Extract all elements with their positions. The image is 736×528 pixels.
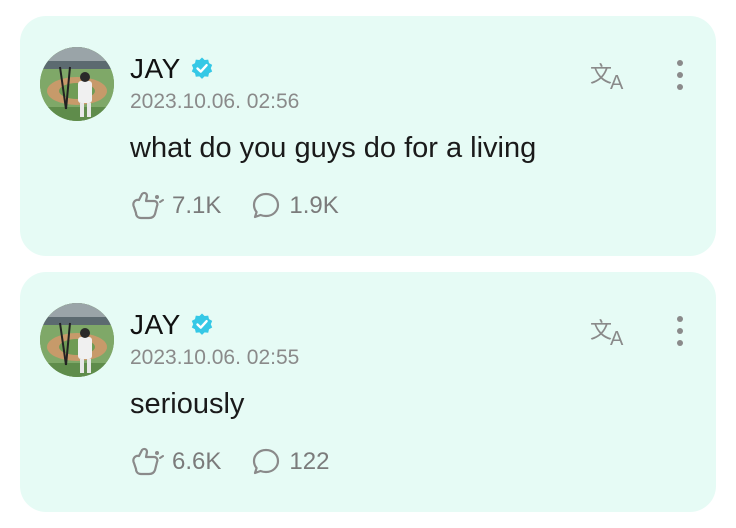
reaction-count: 7.1K bbox=[172, 192, 222, 219]
post-card[interactable]: JAY 2023.10.06. 02:56 what do you guys d… bbox=[20, 16, 716, 256]
reaction-count: 6.6K bbox=[172, 448, 222, 475]
reaction-icon bbox=[132, 191, 164, 220]
reaction-button[interactable]: 7.1K bbox=[130, 191, 221, 221]
comment-button[interactable]: 1.9K bbox=[251, 191, 339, 221]
comment-button[interactable]: 122 bbox=[251, 447, 329, 477]
svg-text:文: 文 bbox=[590, 319, 612, 344]
translate-icon[interactable]: 文 A bbox=[590, 58, 630, 92]
avatar[interactable] bbox=[40, 303, 114, 377]
post-text: seriously bbox=[130, 388, 245, 420]
post-stats: 6.6K 122 bbox=[130, 446, 359, 478]
svg-text:文: 文 bbox=[590, 63, 612, 88]
author-name[interactable]: JAY bbox=[130, 309, 181, 341]
svg-text:A: A bbox=[610, 328, 624, 348]
author-name[interactable]: JAY bbox=[130, 53, 181, 85]
comment-count: 122 bbox=[289, 448, 330, 475]
reaction-icon bbox=[132, 447, 164, 476]
verified-badge-icon bbox=[191, 57, 212, 79]
post-text: what do you guys do for a living bbox=[130, 132, 537, 164]
verified-badge-icon bbox=[191, 313, 212, 335]
more-options-icon[interactable] bbox=[674, 58, 686, 92]
comment-icon bbox=[253, 192, 280, 219]
more-options-icon[interactable] bbox=[674, 314, 686, 348]
reaction-button[interactable]: 6.6K bbox=[130, 447, 221, 477]
svg-text:A: A bbox=[610, 72, 624, 92]
post-card[interactable]: JAY 2023.10.06. 02:55 seriously 6.6K 122… bbox=[20, 272, 716, 512]
post-timestamp: 2023.10.06. 02:56 bbox=[130, 90, 300, 113]
comment-count: 1.9K bbox=[289, 192, 339, 219]
post-timestamp: 2023.10.06. 02:55 bbox=[130, 346, 300, 369]
avatar[interactable] bbox=[40, 47, 114, 121]
post-stats: 7.1K 1.9K bbox=[130, 190, 369, 222]
translate-icon[interactable]: 文 A bbox=[590, 314, 630, 348]
comment-icon bbox=[253, 448, 280, 475]
